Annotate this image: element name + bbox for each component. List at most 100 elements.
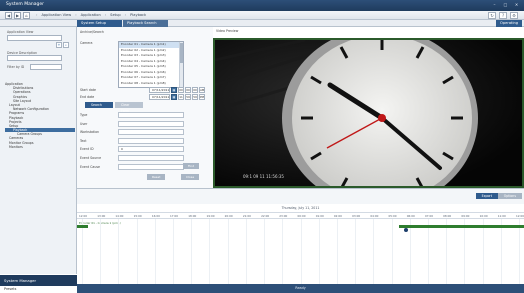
recording-timeline[interactable]: Thursday, July 11, 2011 12:00 13:00 14:00 1… [77,204,524,284]
scrollbar-thumb[interactable] [180,43,183,63]
export-button[interactable]: Export [475,193,498,199]
timeline-gridline [391,219,393,284]
recording-segment[interactable] [398,225,524,228]
timeline-tick: 20:00 [224,214,233,218]
home-icon[interactable]: ⌂ [23,12,30,19]
start-time-spinner[interactable]: ▦ 00 00 00 AM [171,87,205,93]
timeline-tick: 11:00 [497,214,506,218]
timeline-tick: 18:00 [188,214,197,218]
navigation-toolbar: ◀ ▶ ⌂ › Application View › Application ›… [0,11,524,20]
camera-list[interactable]: Encoder 01 - Camera 1 (pm1) Encoder 02 - … [118,41,184,88]
field-input[interactable] [118,155,184,161]
sidebar-bottom-label[interactable]: Presets [4,287,16,291]
tree-item[interactable]: Monitors [5,145,75,149]
help-icon[interactable]: ? [499,12,507,19]
timeline-gridline [519,219,520,284]
timeline-gridline [173,219,175,284]
breadcrumb-item[interactable]: Setup [110,13,120,17]
search-icon[interactable]: ⌕ [63,42,69,48]
end-date-input[interactable]: 07/11/2011 [149,94,170,100]
navigation-tree: Application Distributions Operations Graphi… [5,82,75,149]
field-label: Type [80,113,88,117]
tab-system-setup[interactable]: System Setup [77,20,122,27]
timeline-gridline [191,219,193,284]
timeline-tick: 17:00 [170,214,179,218]
field-label: Event Source [80,156,102,160]
timeline-tick: 02:00 [333,214,342,218]
timeline-gridline [227,219,229,284]
calendar-icon[interactable]: ▦ [171,87,177,93]
description-input[interactable] [7,55,62,61]
breadcrumb-item[interactable]: Application View [41,13,71,17]
window-controls: – □ ✕ [491,2,520,8]
add-icon[interactable]: + [56,42,62,48]
refresh-icon[interactable]: ↻ [488,12,496,19]
field-input[interactable] [118,129,184,136]
reset-button[interactable]: Reset [147,174,166,180]
timeline-gridline [300,219,302,284]
timeline-ruler[interactable]: 12:00 13:00 14:00 15:00 16:00 17:00 18:00 19:00… [77,212,524,219]
filter-input[interactable] [30,64,62,70]
timeline-tick: 10:00 [479,214,488,218]
forward-arrow-icon[interactable]: ▶ [14,12,21,19]
field-label: Workstation [80,130,100,135]
timeline-gridline [282,219,284,284]
timeline-gridline [264,219,266,284]
timeline-gridline [500,219,502,284]
timeline-gridline [100,219,102,284]
start-date-input[interactable]: 07/11/2011 [149,87,170,93]
calendar-icon[interactable]: ▦ [171,94,177,100]
breadcrumb: › Application View › Application › Setup… [36,13,147,17]
status-bar: Ready [77,284,524,293]
field-input[interactable]: 0 [118,146,184,153]
tab-operating[interactable]: Operating [496,20,522,27]
video-label: Video Preview [216,29,239,33]
search-form: Archive/Search Camera Encoder 01 - Camer… [77,27,213,188]
timeline-gridline [355,219,357,284]
status-text: Ready [295,286,306,290]
playhead-marker[interactable] [403,228,408,232]
field-input[interactable] [118,137,184,144]
settings-icon[interactable]: ⚙ [510,12,518,19]
field-input[interactable] [118,112,184,118]
timeline-gridline [446,219,448,284]
timeline-tick: 14:00 [115,214,124,218]
timeline-gridline [427,219,429,284]
field-input[interactable] [118,163,184,170]
end-time-spinner[interactable]: ▦ 11 59 59 PM [171,94,205,100]
breadcrumb-item[interactable]: Application [81,13,101,17]
toolbar-icons: ↻ ? ⚙ [488,12,518,19]
app-view-label: Application View [7,30,34,34]
timeline-gridline [118,219,120,284]
camera-list-item[interactable]: Encoder 08 - Camera 1 (pm8) [119,81,183,87]
video-player[interactable]: 09:1 09 11 11:56:35 [213,28,524,208]
recording-segment[interactable] [77,225,89,228]
minimize-icon[interactable]: – [491,2,498,8]
close-button[interactable]: Close [181,174,200,180]
timeline-gridline [318,219,320,284]
timeline-tick: 13:00 [97,214,106,218]
maximize-icon[interactable]: □ [502,2,509,8]
timeline-tick: 03:00 [352,214,361,218]
timeline-gridline [209,219,211,284]
tab-playback-search[interactable]: Playback Search [123,20,168,27]
options-button[interactable]: Options [497,193,522,199]
breadcrumb-item[interactable]: Playback [130,13,146,17]
timeline-tick: 12:00 [516,214,524,218]
timeline-tick: 05:00 [388,214,397,218]
form-section-label: Archive/Search [80,30,104,34]
field-input[interactable] [118,120,184,127]
field-label: User [80,121,88,126]
back-arrow-icon[interactable]: ◀ [5,12,12,19]
start-date-label: Start date [80,88,96,92]
app-view-select[interactable] [7,35,62,41]
timeline-tick: 22:00 [261,214,270,218]
sidebar-footer[interactable]: System Manager [0,275,77,286]
close-icon[interactable]: ✕ [513,2,520,8]
video-frame-clock [214,28,522,208]
timeline-gridline [245,219,247,284]
find-button[interactable]: Find [183,163,200,169]
clear-form-button[interactable]: Clear Form [115,102,143,113]
camera-list-scrollbar[interactable] [179,42,183,87]
search-button[interactable]: Search [85,102,113,108]
